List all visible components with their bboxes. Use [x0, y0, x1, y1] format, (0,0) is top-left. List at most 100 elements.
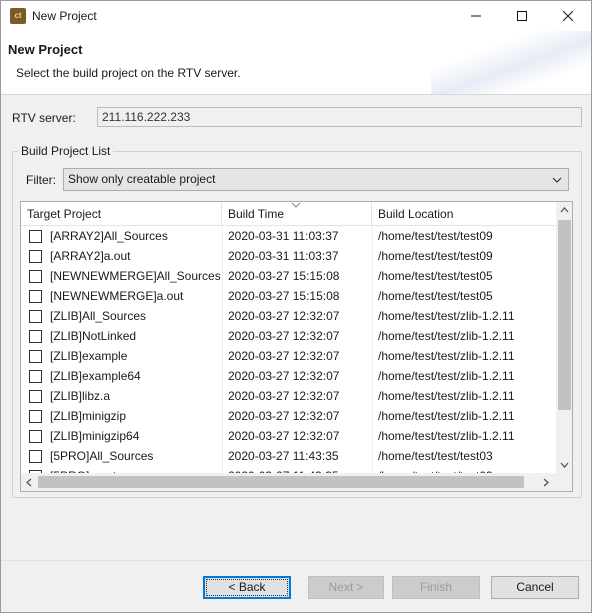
build-time-cell: 2020-03-27 11:43:35 — [228, 466, 371, 473]
build-location-cell: /home/test/test/zlib-1.2.11 — [378, 369, 515, 383]
cancel-button[interactable]: Cancel — [491, 576, 579, 599]
filter-label: Filter: — [26, 173, 56, 187]
rtv-server-label: RTV server: — [12, 111, 76, 125]
table-row[interactable]: [ZLIB]minigzip64 2020-03-27 12:32:07/home… — [21, 426, 556, 446]
page-title: New Project — [8, 42, 83, 57]
table-row[interactable]: [ZLIB]NotLinked 2020-03-27 12:32:07/home/… — [21, 326, 556, 346]
minimize-button[interactable] — [453, 1, 499, 31]
title-bar[interactable]: ct New Project — [1, 1, 591, 31]
row-checkbox[interactable] — [29, 370, 42, 383]
target-project-name: [NEWNEWMERGE]All_Sources — [50, 269, 221, 283]
build-time-cell: 2020-03-31 11:03:37 — [228, 249, 339, 263]
build-location-cell: /home/test/test/test05 — [378, 289, 493, 303]
target-project-cell: [ZLIB]minigzip — [29, 406, 221, 426]
row-checkbox[interactable] — [29, 410, 42, 423]
scroll-down-icon[interactable] — [560, 462, 569, 468]
table-row[interactable]: [ZLIB]minigzip 2020-03-27 12:32:07/home/t… — [21, 406, 556, 426]
build-time-cell: 2020-03-27 11:43:35 — [228, 449, 339, 463]
window-title: New Project — [32, 9, 97, 23]
table-row[interactable]: [NEWNEWMERGE]All_Sources 2020-03-27 15:15… — [21, 266, 556, 286]
build-time-cell: 2020-03-27 15:15:08 — [228, 289, 340, 303]
target-project-cell: [ZLIB]minigzip64 — [29, 426, 221, 446]
target-project-cell: [ZLIB]example — [29, 346, 221, 366]
target-project-cell: [ZLIB]All_Sources — [29, 306, 221, 326]
target-project-name: [ZLIB]NotLinked — [50, 329, 137, 343]
scroll-right-icon[interactable] — [543, 478, 549, 487]
row-checkbox[interactable] — [29, 270, 42, 283]
close-icon — [562, 10, 574, 22]
row-checkbox[interactable] — [29, 310, 42, 323]
vertical-scroll-thumb[interactable] — [558, 220, 571, 410]
rtv-server-field: 211.116.222.233 — [97, 107, 582, 127]
target-project-cell: [NEWNEWMERGE]All_Sources — [29, 266, 221, 286]
new-project-dialog: ct New Project New Project Select the bu… — [0, 0, 592, 613]
row-checkbox[interactable] — [29, 330, 42, 343]
vertical-scrollbar[interactable] — [556, 202, 572, 473]
row-checkbox[interactable] — [29, 290, 42, 303]
build-location-cell: /home/test/test/test09 — [378, 229, 493, 243]
row-checkbox[interactable] — [29, 390, 42, 403]
build-location-cell: /home/test/test/test05 — [378, 269, 493, 283]
column-header-target-project[interactable]: Target Project — [21, 202, 222, 226]
scroll-up-icon[interactable] — [560, 207, 569, 213]
build-location-cell: /home/test/test/test03 — [378, 449, 493, 463]
column-header-build-location[interactable]: Build Location — [372, 202, 556, 226]
horizontal-scroll-thumb[interactable] — [38, 476, 524, 488]
build-location-cell: /home/test/test/zlib-1.2.11 — [378, 309, 515, 323]
build-location-cell: /home/test/test/zlib-1.2.11 — [378, 349, 515, 363]
maximize-icon — [517, 11, 527, 21]
table-row[interactable]: [ZLIB]All_Sources 2020-03-27 12:32:07/hom… — [21, 306, 556, 326]
close-button[interactable] — [545, 1, 591, 31]
target-project-name: [ZLIB]example — [50, 349, 128, 363]
target-project-cell: [NEWNEWMERGE]a.out — [29, 286, 221, 306]
table-row[interactable]: [NEWNEWMERGE]a.out 2020-03-27 15:15:08/ho… — [21, 286, 556, 306]
target-project-cell: [ZLIB]libz.a — [29, 386, 221, 406]
build-location-cell: /home/test/test/zlib-1.2.11 — [378, 409, 515, 423]
row-checkbox[interactable] — [29, 450, 42, 463]
table-row[interactable]: [ZLIB]libz.a 2020-03-27 12:32:07/home/tes… — [21, 386, 556, 406]
group-title: Build Project List — [18, 144, 114, 158]
table-row[interactable]: [ARRAY2]All_Sources 2020-03-31 11:03:37/h… — [21, 226, 556, 246]
focus-ring — [206, 579, 288, 596]
target-project-name: [ZLIB]minigzip64 — [50, 429, 140, 443]
row-checkbox[interactable] — [29, 250, 42, 263]
scroll-left-icon[interactable] — [26, 478, 32, 487]
target-project-name: [ZLIB]example64 — [50, 369, 141, 383]
table-row[interactable]: [ZLIB]example 2020-03-27 12:32:07/home/te… — [21, 346, 556, 366]
row-checkbox[interactable] — [29, 430, 42, 443]
target-project-name: [NEWNEWMERGE]a.out — [50, 289, 184, 303]
build-location-cell: /home/test/test/zlib-1.2.11 — [378, 329, 515, 343]
target-project-name: [ZLIB]minigzip — [50, 409, 127, 423]
build-time-cell: 2020-03-27 12:32:07 — [228, 429, 340, 443]
chevron-down-icon — [552, 177, 562, 183]
build-location-cell: /home/test/test/test03 — [378, 466, 556, 473]
target-project-name: [ZLIB]libz.a — [50, 389, 111, 403]
footer-divider — [1, 560, 591, 561]
wizard-header: New Project Select the build project on … — [1, 31, 591, 95]
next-button-label: Next > — [328, 580, 364, 594]
minimize-icon — [471, 15, 481, 17]
table-body: [ARRAY2]All_Sources 2020-03-31 11:03:37/h… — [21, 226, 556, 473]
table-row[interactable]: [5PRO]All_Sources 2020-03-27 11:43:35/hom… — [21, 446, 556, 466]
build-time-cell: 2020-03-27 12:32:07 — [228, 409, 340, 423]
target-project-cell: [ARRAY2]All_Sources — [29, 226, 221, 246]
row-checkbox[interactable] — [29, 230, 42, 243]
filter-dropdown[interactable]: Show only creatable project — [63, 168, 569, 191]
table-header: Target Project Build Time Build Location — [21, 202, 556, 226]
target-project-cell: [5PRO]a.out — [29, 466, 221, 473]
app-icon: ct — [10, 8, 26, 24]
target-project-cell: [ZLIB]NotLinked — [29, 326, 221, 346]
build-time-cell: 2020-03-27 12:32:07 — [228, 369, 340, 383]
horizontal-scrollbar[interactable] — [21, 473, 572, 491]
back-button[interactable]: < Back — [203, 576, 291, 599]
row-checkbox[interactable] — [29, 350, 42, 363]
table-row[interactable]: [ZLIB]example64 2020-03-27 12:32:07/home/… — [21, 366, 556, 386]
header-decoration — [431, 31, 591, 94]
table-row[interactable]: [ARRAY2]a.out 2020-03-31 11:03:37/home/te… — [21, 246, 556, 266]
table-row[interactable]: [5PRO]a.out 2020-03-27 11:43:35/home/test… — [21, 466, 556, 473]
finish-button[interactable]: Finish — [392, 576, 480, 599]
maximize-button[interactable] — [499, 1, 545, 31]
build-time-cell: 2020-03-27 12:32:07 — [228, 389, 340, 403]
next-button[interactable]: Next > — [308, 576, 384, 599]
target-project-cell: [ARRAY2]a.out — [29, 246, 221, 266]
